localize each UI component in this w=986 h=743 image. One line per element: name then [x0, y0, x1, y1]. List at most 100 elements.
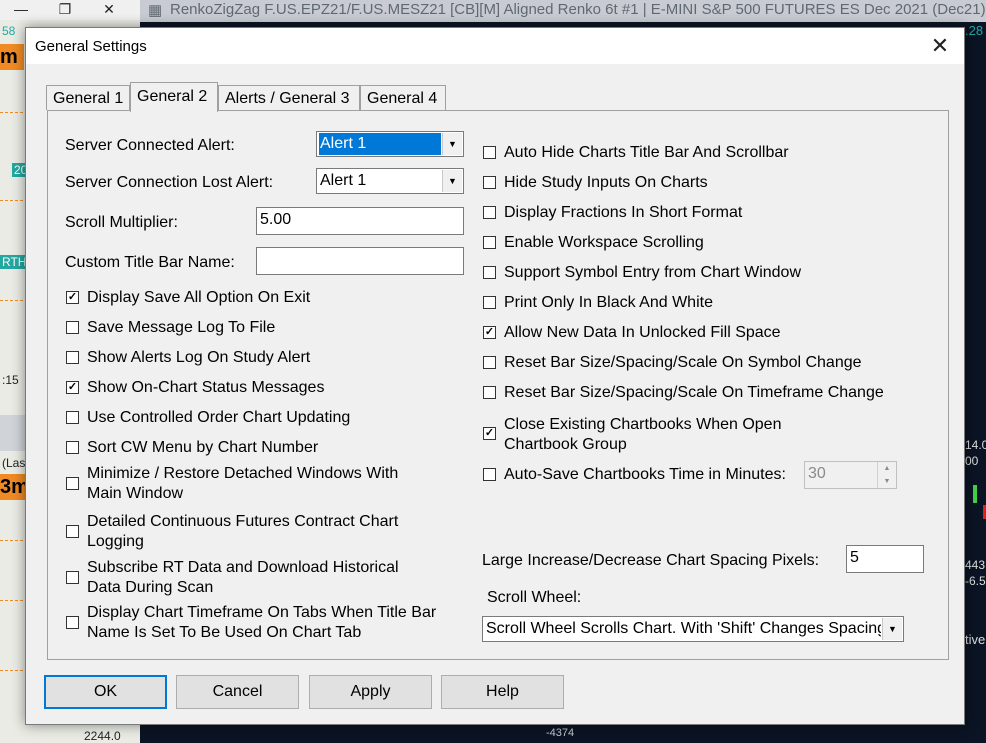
auto-hide-title-bar-label: Auto Hide Charts Title Bar And Scrollbar: [504, 144, 789, 161]
minimize-icon[interactable]: —: [0, 0, 42, 20]
close-existing-chartbooks-label-2: Chartbook Group: [504, 436, 627, 453]
close-icon[interactable]: ✕: [926, 33, 954, 59]
server-connection-lost-alert-select[interactable]: Alert 1 ▼: [316, 168, 464, 194]
cancel-button[interactable]: Cancel: [176, 675, 299, 709]
save-message-log-checkbox[interactable]: [66, 321, 79, 334]
dialog-title: General Settings: [35, 38, 147, 55]
auto-save-minutes-spinner[interactable]: ▲ ▼: [877, 462, 896, 488]
spin-up-icon[interactable]: ▲: [878, 462, 896, 475]
background-window-title: RenkoZigZag F.US.EPZ21/F.US.MESZ21 [CB][…: [170, 1, 986, 18]
print-black-white-label: Print Only In Black And White: [504, 294, 713, 311]
server-connection-lost-alert-value: Alert 1: [320, 172, 367, 189]
support-symbol-entry-label: Support Symbol Entry from Chart Window: [504, 264, 801, 281]
chart-window-icon: ▦: [148, 2, 163, 19]
scroll-wheel-label: Scroll Wheel:: [487, 589, 582, 606]
custom-title-bar-name-input[interactable]: [256, 247, 464, 275]
scroll-multiplier-input[interactable]: 5.00: [256, 207, 464, 235]
bg-dashed-line: [0, 540, 28, 541]
bg-price-6: tive: [965, 632, 986, 647]
display-fractions-label: Display Fractions In Short Format: [504, 204, 743, 221]
tab-general-2[interactable]: General 2: [130, 82, 218, 112]
bg-dashed-line: [0, 670, 28, 671]
bg-price-4: 443: [965, 558, 986, 572]
dialog-titlebar: General Settings ✕: [26, 28, 964, 64]
hide-study-inputs-checkbox[interactable]: [483, 176, 496, 189]
close-window-icon[interactable]: ✕: [88, 0, 130, 20]
auto-save-chartbooks-checkbox[interactable]: [483, 468, 496, 481]
auto-save-chartbooks-label: Auto-Save Chartbooks Time in Minutes:: [504, 466, 786, 483]
hide-study-inputs-label: Hide Study Inputs On Charts: [504, 174, 708, 191]
spacing-pixels-label: Large Increase/Decrease Chart Spacing Pi…: [482, 552, 820, 569]
custom-title-bar-name-label: Custom Title Bar Name:: [65, 254, 235, 271]
print-black-white-checkbox[interactable]: [483, 296, 496, 309]
server-connected-alert-label: Server Connected Alert:: [65, 137, 235, 154]
ok-button[interactable]: OK: [44, 675, 167, 709]
chevron-down-icon[interactable]: ▼: [442, 170, 462, 192]
bg-scroll-handle: [0, 415, 26, 451]
bg-tag-2: m: [0, 44, 24, 70]
allow-new-data-label: Allow New Data In Unlocked Fill Space: [504, 324, 781, 341]
bg-tag-1: 58: [2, 24, 16, 38]
spin-down-icon[interactable]: ▼: [878, 475, 896, 488]
bg-candle: [973, 485, 977, 503]
bg-tag-8: 2244.0: [84, 729, 121, 743]
bg-dashed-line: [0, 600, 28, 601]
subscribe-rt-data-label-1: Subscribe RT Data and Download Historica…: [87, 559, 399, 576]
general-settings-dialog: General Settings ✕ General 1 General 2 A…: [25, 27, 965, 725]
subscribe-rt-data-checkbox[interactable]: [66, 571, 79, 584]
bg-tag-7: 3m: [0, 474, 29, 500]
display-chart-timeframe-checkbox[interactable]: [66, 616, 79, 629]
background-price-scale: .28 14.0 00 443 -6.5 tive: [965, 22, 986, 743]
controlled-order-chart-label: Use Controlled Order Chart Updating: [87, 409, 351, 426]
support-symbol-entry-checkbox[interactable]: [483, 266, 496, 279]
bg-tag-6: (Las: [2, 456, 26, 470]
help-button[interactable]: Help: [441, 675, 564, 709]
show-alerts-log-checkbox[interactable]: [66, 351, 79, 364]
close-existing-chartbooks-label-1: Close Existing Chartbooks When Open: [504, 416, 782, 433]
detailed-continuous-futures-label-1: Detailed Continuous Futures Contract Cha…: [87, 513, 399, 530]
reset-on-symbol-change-checkbox[interactable]: [483, 356, 496, 369]
bg-price-3: 00: [965, 454, 979, 468]
tab-general-1[interactable]: General 1: [46, 85, 130, 110]
close-existing-chartbooks-checkbox[interactable]: ✓: [483, 427, 496, 440]
display-chart-timeframe-label-2: Name Is Set To Be Used On Chart Tab: [87, 624, 362, 641]
chevron-down-icon[interactable]: ▼: [882, 618, 902, 640]
server-connected-alert-select[interactable]: Alert 1 ▼: [316, 131, 464, 157]
bg-bottom-label: -4374: [546, 727, 575, 739]
allow-new-data-checkbox[interactable]: ✓: [483, 326, 496, 339]
auto-hide-title-bar-checkbox[interactable]: [483, 146, 496, 159]
detailed-continuous-futures-checkbox[interactable]: [66, 525, 79, 538]
sort-cw-menu-label: Sort CW Menu by Chart Number: [87, 439, 319, 456]
reset-on-timeframe-change-checkbox[interactable]: [483, 386, 496, 399]
bg-price-2: 14.0: [965, 438, 986, 452]
tab-general-4[interactable]: General 4: [360, 85, 446, 110]
scroll-wheel-value: Scroll Wheel Scrolls Chart. With 'Shift'…: [486, 620, 881, 637]
tab-alerts-general-3[interactable]: Alerts / General 3: [218, 85, 360, 110]
enable-workspace-scrolling-label: Enable Workspace Scrolling: [504, 234, 704, 251]
minimize-restore-checkbox[interactable]: [66, 477, 79, 490]
bg-tag-5: :15: [2, 373, 19, 387]
minimize-restore-label-2: Main Window: [87, 485, 184, 502]
display-save-all-checkbox[interactable]: ✓: [66, 291, 79, 304]
display-fractions-checkbox[interactable]: [483, 206, 496, 219]
reset-on-timeframe-change-label: Reset Bar Size/Spacing/Scale On Timefram…: [504, 384, 884, 401]
display-chart-timeframe-label-1: Display Chart Timeframe On Tabs When Tit…: [87, 604, 437, 621]
background-window-controls: — ❐ ✕: [0, 0, 140, 20]
bg-dashed-line: [0, 200, 28, 201]
minimize-restore-label-1: Minimize / Restore Detached Windows With: [87, 465, 399, 482]
scroll-multiplier-label: Scroll Multiplier:: [65, 214, 178, 231]
bg-price-1: .28: [965, 23, 984, 38]
spacing-pixels-input[interactable]: 5: [846, 545, 924, 573]
chevron-down-icon[interactable]: ▼: [442, 133, 462, 155]
show-on-chart-status-checkbox[interactable]: ✓: [66, 381, 79, 394]
sort-cw-menu-checkbox[interactable]: [66, 441, 79, 454]
enable-workspace-scrolling-checkbox[interactable]: [483, 236, 496, 249]
subscribe-rt-data-label-2: Data During Scan: [87, 579, 214, 596]
restore-icon[interactable]: ❐: [44, 0, 86, 20]
controlled-order-chart-checkbox[interactable]: [66, 411, 79, 424]
apply-button[interactable]: Apply: [309, 675, 432, 709]
tab-panel-general-2: Server Connected Alert: Alert 1 ▼ Server…: [47, 110, 949, 660]
reset-on-symbol-change-label: Reset Bar Size/Spacing/Scale On Symbol C…: [504, 354, 862, 371]
background-titlebar: ▦ RenkoZigZag F.US.EPZ21/F.US.MESZ21 [CB…: [140, 0, 986, 22]
scroll-wheel-select[interactable]: Scroll Wheel Scrolls Chart. With 'Shift'…: [482, 616, 904, 642]
